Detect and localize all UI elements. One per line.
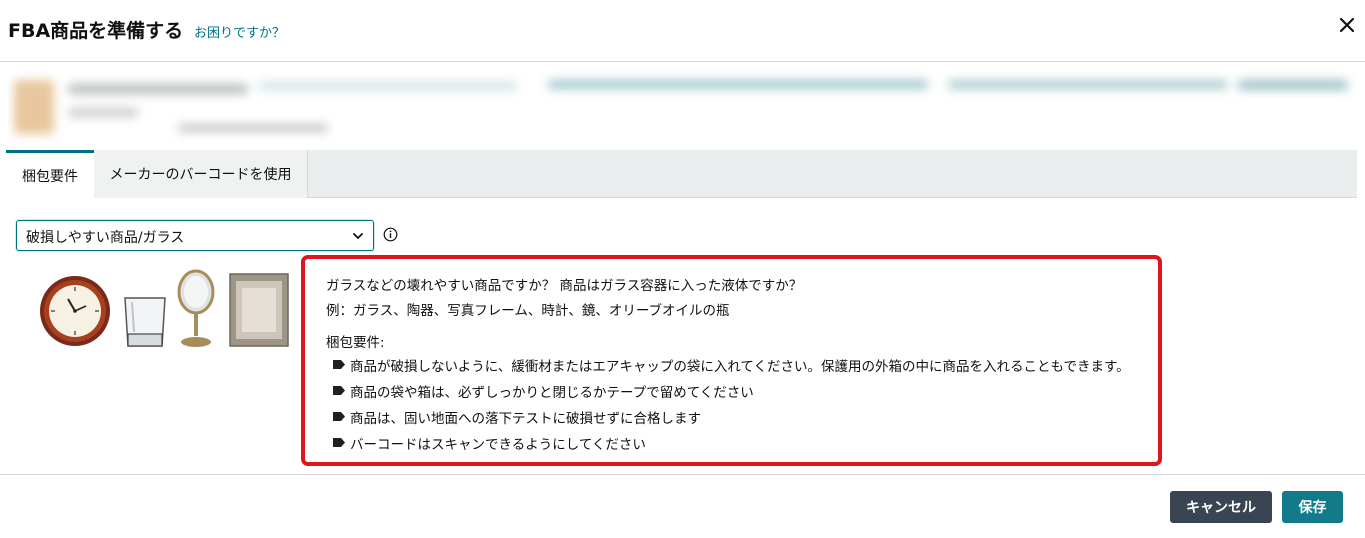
tab-packaging-requirements[interactable]: 梱包要件 — [6, 150, 94, 199]
tab-bar: 梱包要件 メーカーのバーコードを使用 — [6, 150, 1357, 199]
requirement-item: 商品は、固い地面への落下テストに破損せずに合格します — [350, 411, 701, 427]
help-link[interactable]: お困りですか？ — [194, 22, 285, 41]
chevron-down-icon — [353, 233, 363, 239]
table-mirror-image — [177, 269, 215, 347]
category-select-value: 破損しやすい商品/ガラス — [26, 230, 185, 246]
tag-bullet-icon — [333, 386, 345, 395]
wall-clock-image — [40, 276, 110, 346]
requirement-item: 商品の袋や箱は、必ずしっかりと閉じるかテープで留めてください — [350, 385, 754, 401]
save-button[interactable]: 保存 — [1282, 491, 1343, 523]
requirements-heading: 梱包要件: — [326, 335, 385, 351]
info-icon[interactable] — [383, 227, 398, 242]
drinking-glass-image — [124, 297, 166, 347]
modal-title: FBA商品を準備する — [8, 20, 184, 42]
tab-manufacturer-barcode[interactable]: メーカーのバーコードを使用 — [94, 150, 308, 198]
tag-bullet-icon — [333, 438, 345, 447]
photo-frame-image — [229, 273, 289, 347]
requirement-item: 商品が破損しないように、緩衝材またはエアキャップの袋に入れてください。保護用の外… — [350, 359, 1130, 375]
requirements-question: ガラスなどの壊れやすい商品ですか？ 商品はガラス容器に入った液体ですか？ — [326, 278, 803, 294]
close-icon[interactable] — [1336, 14, 1358, 36]
tag-bullet-icon — [333, 360, 345, 369]
packaging-requirements-panel: ガラスなどの壊れやすい商品ですか？ 商品はガラス容器に入った液体ですか？ 例：ガ… — [301, 255, 1162, 466]
requirement-item: バーコードはスキャンできるようにしてください — [350, 437, 646, 453]
modal-header: FBA商品を準備する お困りですか？ — [0, 0, 1365, 62]
tag-bullet-icon — [333, 412, 345, 421]
category-select[interactable]: 破損しやすい商品/ガラス — [16, 220, 374, 251]
product-info-blurred — [8, 66, 1363, 146]
requirements-examples: 例：ガラス、陶器、写真フレーム、時計、鏡、オリーブオイルの瓶 — [326, 303, 730, 319]
cancel-button[interactable]: キャンセル — [1170, 491, 1272, 523]
footer-divider — [0, 474, 1365, 475]
